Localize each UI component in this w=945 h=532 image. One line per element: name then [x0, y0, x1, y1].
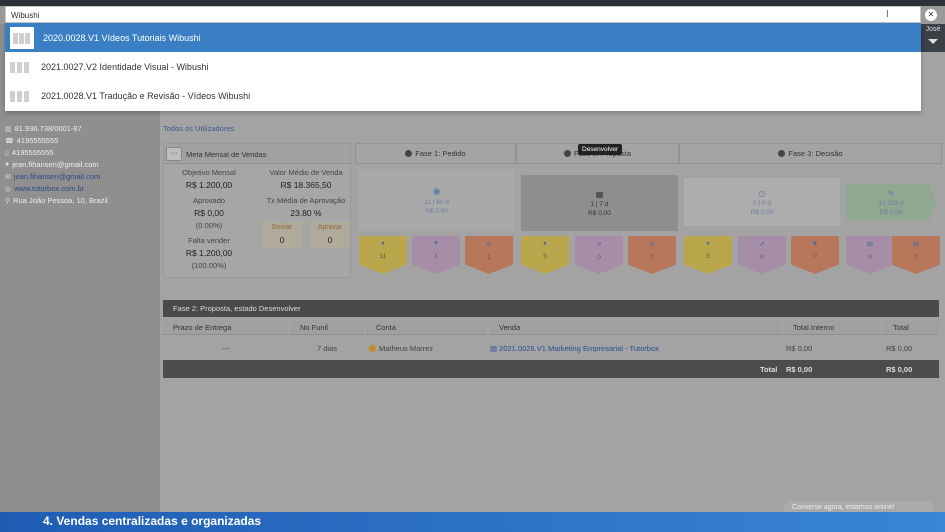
contact-website[interactable]: ◎ www.tutorbox.com.br [5, 184, 84, 193]
search-result-item[interactable]: 2020.0028.V1 Vídeos Tutoriais Wibushi [5, 23, 921, 52]
cell-total-interno: R$ 0,00 [786, 344, 813, 353]
search-result-item[interactable]: 2021.0027.V2 Identidade Visual - Wibushi [5, 52, 921, 81]
user-name: José [925, 26, 941, 33]
chevron-down-icon [928, 39, 938, 44]
bell-icon: ♠ [706, 240, 710, 247]
clock-icon: ◷ [758, 188, 766, 198]
search-result-label: 2021.0027.V2 Identidade Visual - Wibushi [41, 61, 209, 72]
contact-address: ⚲ Rua João Pessoa, 10, Brazil [5, 196, 108, 205]
cell-funil: 7 dias [317, 344, 338, 353]
search-result-item[interactable]: 2021.0028.V1 Tradução e Revisão - Vídeos… [5, 81, 921, 110]
falta-label: Falta vender [188, 236, 230, 245]
ban-icon: ⊘ [649, 241, 655, 248]
enviar-value: 0 [279, 236, 285, 245]
valor-medio-value: R$ 18.365,50 [280, 180, 332, 190]
cell-prazo: --- [222, 344, 230, 353]
stage-pedido[interactable]: ◉ 11 | 60 d R$ 0,00 [358, 169, 515, 231]
search-results-dropdown: 2020.0028.V1 Vídeos Tutoriais Wibushi 20… [5, 23, 921, 111]
document-icon: ▤ [866, 241, 874, 248]
search-bar: I [5, 6, 921, 23]
enviar-label: Enviar [272, 224, 292, 231]
email-icon: ✉ [5, 173, 11, 181]
phase-1-header: Fase 1: Pedido [355, 143, 516, 164]
table-title: Fase 2: Proposta, estado Desenvolver [163, 300, 939, 317]
user-menu[interactable]: José [921, 24, 945, 52]
footer-label: Total [760, 365, 778, 374]
thumbnail-icon [10, 26, 34, 49]
calculator-icon: ▦ [595, 189, 604, 199]
footer-total-interno: R$ 0,00 [786, 365, 813, 374]
aprovado-value: R$ 0,00 [194, 208, 224, 218]
col-total[interactable]: Total [883, 320, 939, 335]
pencil-icon: ✎ [887, 189, 895, 198]
aprovado-pct: (0.00%) [195, 221, 223, 230]
document-icon: ▤ [490, 344, 500, 353]
aprovado-label: Aprovado [192, 196, 226, 205]
square-icon: ■ [813, 240, 817, 247]
objetivo-label: Objetivo Mensal [182, 168, 236, 177]
aprovar-label: Aprovar [317, 224, 343, 231]
text-cursor-icon: I [886, 9, 889, 20]
col-prazo[interactable]: Prazo de Entrega [163, 320, 288, 335]
aprovar-value: 0 [327, 236, 333, 245]
col-total-interno[interactable]: Total Interno [783, 320, 881, 335]
valor-medio-label: Valor Médio de Venda [269, 168, 343, 177]
contact-user-email: ● jean.fihansen@gmail.com [5, 160, 99, 169]
search-input[interactable] [11, 9, 871, 21]
user-filter[interactable]: Todos os Utilizadores [163, 124, 234, 133]
falta-value: R$ 1.200,00 [185, 248, 233, 258]
external-link-icon: ⇗ [596, 241, 602, 248]
cell-conta[interactable]: Matheus Marrez [369, 344, 433, 353]
user-icon: ● [5, 161, 10, 168]
contact-cnpj: ▥ 81.936.738/0001-87 [5, 124, 82, 133]
caption-banner: 4. Vendas centralizadas e organizadas [0, 512, 945, 532]
close-circle-icon[interactable]: ✕ [924, 8, 938, 22]
map-marker-icon: ⚲ [5, 197, 11, 205]
building-icon: ▥ [5, 125, 12, 133]
search-result-label: 2021.0028.V1 Tradução e Revisão - Vídeos… [41, 90, 251, 101]
thumbnail-icon [10, 89, 32, 103]
objetivo-value: R$ 1.200,00 [185, 180, 233, 190]
thumbnail-icon [10, 60, 32, 74]
info-icon [778, 150, 786, 157]
mobile-icon: ▯ [5, 149, 9, 157]
eye-icon: ◉ [432, 185, 441, 196]
bell-icon: ♠ [381, 240, 385, 247]
avatar [369, 345, 376, 352]
meta-title: Meta Mensal de Vendas [186, 150, 267, 159]
globe-icon: ◎ [5, 185, 12, 193]
col-conta[interactable]: Conta [366, 320, 487, 335]
phone-icon: ☎ [5, 137, 14, 145]
tooltip: Desenvolver [578, 144, 623, 155]
tx-value: 23.80 % [290, 208, 322, 218]
col-venda[interactable]: Venda [489, 320, 781, 335]
ban-icon: ⊘ [486, 241, 492, 248]
falta-pct: (100.00%) [191, 261, 227, 270]
external-link-icon: ⇗ [759, 241, 765, 248]
contact-mobile: ▯ 4195555555 [5, 148, 54, 157]
cell-venda[interactable]: ▤ 2021.0026.V1 Marketing Empresarial - T… [490, 344, 659, 353]
stage-desenvolver[interactable]: ▦ 1 | 7 d R$ 0,00 [521, 175, 678, 231]
footer-total: R$ 0,00 [886, 365, 913, 374]
bell-icon: ♠ [543, 240, 547, 247]
info-icon [563, 150, 571, 157]
contact-email[interactable]: ✉ jean.fihansen@gmail.com [5, 172, 100, 181]
search-result-label: 2020.0028.V1 Vídeos Tutoriais Wibushi [43, 32, 201, 43]
stage-final[interactable]: ✎ 1 | 223 d R$ 0,00 [846, 184, 936, 221]
contact-phone: ☎ 4195555555 [5, 136, 59, 145]
tx-label: Tx Média de Aprovação [266, 196, 346, 205]
table-footer: Total R$ 0,00 R$ 0,00 [163, 360, 939, 378]
col-funil[interactable]: No Funil [290, 320, 364, 335]
info-icon [405, 150, 413, 157]
cell-total: R$ 0,00 [886, 344, 913, 353]
stage-decisao[interactable]: ◷ 0 | 0 d R$ 0,00 [684, 178, 840, 226]
thumbs-down-icon: ▼ [432, 240, 440, 247]
phase-3-header: Fase 3: Decisão [679, 143, 942, 164]
meta-menu-button[interactable]: ··· [166, 147, 182, 161]
document-icon: ▤ [912, 241, 920, 248]
